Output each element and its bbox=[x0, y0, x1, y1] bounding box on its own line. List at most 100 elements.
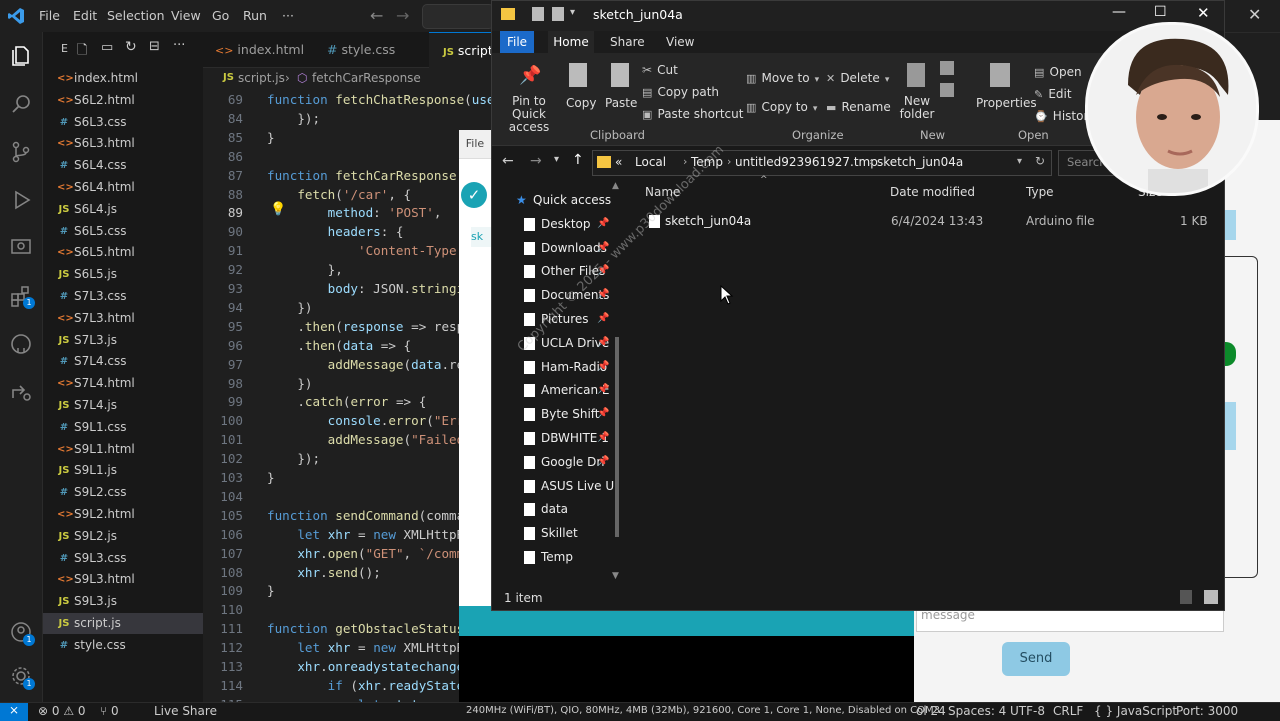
close-window-icon[interactable]: ✕ bbox=[1248, 5, 1261, 24]
lightbulb-icon[interactable]: 💡 bbox=[270, 202, 286, 217]
quick-access-toolbar-dropdown-icon[interactable]: ▾ bbox=[570, 7, 575, 18]
nav-scroll-down-icon[interactable]: ▼ bbox=[612, 571, 619, 581]
file-item[interactable]: # S7L4.css bbox=[43, 351, 203, 372]
file-item[interactable]: <> S9L2.html bbox=[43, 504, 203, 525]
new-folder-icon[interactable]: ▭ bbox=[101, 40, 113, 55]
arduino-file-menu[interactable]: File bbox=[459, 130, 491, 159]
copy-button[interactable]: Copy bbox=[564, 61, 596, 121]
pin-quick-access-button[interactable]: 📌 Pin to Quick access bbox=[498, 61, 558, 134]
back-arrow-icon[interactable]: ← bbox=[370, 6, 383, 25]
problems-indicator[interactable]: ⊗ 0 ⚠ 0 bbox=[38, 704, 86, 718]
breadcrumb-symbol[interactable]: fetchCarResponse bbox=[312, 71, 421, 85]
language-mode[interactable]: { } JavaScript bbox=[1094, 704, 1177, 718]
ports-indicator[interactable]: ⑂ 0 bbox=[100, 704, 119, 718]
ribbon-tab-view[interactable]: View bbox=[666, 35, 694, 49]
nav-scroll-up-icon[interactable]: ▲ bbox=[612, 181, 619, 191]
remote-indicator-icon[interactable]: ⨯ bbox=[0, 703, 28, 721]
send-button[interactable]: Send bbox=[1002, 642, 1070, 676]
move-to-button[interactable]: ▥ Move to ▾ bbox=[746, 67, 819, 86]
new-folder-quick-icon[interactable] bbox=[552, 7, 564, 21]
file-item[interactable]: # S9L3.css bbox=[43, 548, 203, 569]
cut-button[interactable]: ✂ Cut bbox=[642, 59, 678, 77]
file-row[interactable]: sketch_jun04a 6/4/2024 13:43 Arduino fil… bbox=[634, 209, 1224, 233]
details-view-icon[interactable] bbox=[1180, 590, 1192, 604]
tab-index-html[interactable]: <> index.html bbox=[215, 32, 304, 67]
indentation[interactable]: Spaces: 4 bbox=[948, 704, 1006, 718]
file-item[interactable]: JS S9L1.js bbox=[43, 460, 203, 481]
edit-button[interactable]: ✎ Edit bbox=[1034, 83, 1072, 102]
encoding[interactable]: UTF-8 bbox=[1010, 704, 1045, 718]
copy-path-button[interactable]: ▤ Copy path bbox=[642, 81, 719, 99]
port-status[interactable]: Port: 3000 bbox=[1176, 704, 1238, 718]
source-control-icon[interactable] bbox=[9, 140, 33, 164]
address-crumb[interactable]: sketch_jun04a bbox=[877, 155, 963, 169]
nav-item[interactable]: Temp bbox=[492, 546, 617, 568]
more-actions-icon[interactable]: ··· bbox=[173, 38, 185, 53]
live-share-icon[interactable] bbox=[9, 380, 33, 404]
collapse-all-icon[interactable]: ⊟ bbox=[149, 39, 160, 54]
file-item[interactable]: <> S6L5.html bbox=[43, 242, 203, 263]
menu-item-file[interactable]: File bbox=[39, 8, 60, 23]
file-item[interactable]: JS S9L2.js bbox=[43, 526, 203, 547]
file-item[interactable]: # style.css bbox=[43, 635, 203, 656]
end-of-line[interactable]: CRLF bbox=[1053, 704, 1083, 718]
nav-item[interactable]: ★ Quick access bbox=[492, 189, 617, 211]
nav-item[interactable]: Downloads 📌 bbox=[492, 237, 617, 259]
properties-button[interactable]: Properties bbox=[976, 61, 1037, 121]
nav-item[interactable]: American E 📌 bbox=[492, 379, 617, 401]
paste-button[interactable]: Paste bbox=[602, 61, 637, 121]
refresh-icon[interactable]: ↻ bbox=[125, 39, 137, 55]
nav-item[interactable]: UCLA Drive 📌 bbox=[492, 332, 617, 354]
file-item[interactable]: # S6L3.css bbox=[43, 112, 203, 133]
refresh-icon[interactable]: ↻ bbox=[1035, 154, 1045, 168]
new-file-icon[interactable]: 🗋 bbox=[77, 41, 87, 63]
paste-shortcut-button[interactable]: ▣ Paste shortcut bbox=[642, 103, 743, 121]
file-item[interactable]: # S9L2.css bbox=[43, 482, 203, 503]
ribbon-tab-file[interactable]: File bbox=[500, 31, 534, 53]
address-dropdown-icon[interactable]: ▾ bbox=[1017, 156, 1022, 167]
file-item[interactable]: <> S6L4.html bbox=[43, 177, 203, 198]
nav-item[interactable]: data bbox=[492, 498, 617, 520]
new-item-icon[interactable] bbox=[940, 61, 954, 75]
explorer-files-icon[interactable] bbox=[9, 44, 33, 68]
menu-item-selection[interactable]: Selection bbox=[107, 8, 165, 23]
file-item[interactable]: # S6L5.css bbox=[43, 221, 203, 242]
verify-check-icon[interactable]: ✓ bbox=[461, 182, 487, 208]
forward-arrow-icon[interactable]: → bbox=[396, 6, 409, 25]
tab-style-css[interactable]: # style.css bbox=[327, 32, 395, 67]
file-item[interactable]: <> S7L4.html bbox=[43, 373, 203, 394]
file-item[interactable]: <> S9L3.html bbox=[43, 569, 203, 590]
up-arrow-icon[interactable]: ↑ bbox=[572, 152, 584, 168]
arduino-board-config[interactable]: 240MHz (WiFi/BT), QIO, 80MHz, 4MB (32Mb)… bbox=[466, 705, 940, 716]
close-icon[interactable]: ✕ bbox=[1197, 4, 1210, 22]
properties-quick-icon[interactable] bbox=[532, 7, 544, 21]
minimize-icon[interactable]: — bbox=[1112, 4, 1126, 20]
col-type[interactable]: Type bbox=[1026, 185, 1054, 199]
search-icon[interactable] bbox=[9, 92, 33, 116]
menu-item-go[interactable]: Go bbox=[212, 8, 229, 23]
address-crumb[interactable]: Local bbox=[635, 155, 666, 169]
address-crumb[interactable]: « bbox=[615, 155, 622, 169]
live-share-status[interactable]: Live Share bbox=[154, 704, 217, 718]
file-item[interactable]: JS S7L4.js bbox=[43, 395, 203, 416]
address-bar[interactable]: «Local › Temp › untitled923961927.tmp › sketch… bbox=[592, 150, 1052, 176]
menu-item-run[interactable]: Run bbox=[243, 8, 267, 23]
github-icon[interactable] bbox=[9, 332, 33, 356]
delete-button[interactable]: ✕ Delete ▾ bbox=[826, 67, 889, 86]
menu-item-view[interactable]: View bbox=[171, 8, 201, 23]
rename-button[interactable]: ▬ Rename bbox=[826, 96, 891, 115]
line-column[interactable]: ol 24 bbox=[916, 704, 946, 718]
menu-item-more[interactable]: ··· bbox=[282, 8, 294, 23]
file-item[interactable]: <> S6L3.html bbox=[43, 133, 203, 154]
file-item[interactable]: # S7L3.css bbox=[43, 286, 203, 307]
nav-scroll-thumb[interactable] bbox=[615, 337, 619, 537]
nav-item[interactable]: Desktop 📌 bbox=[492, 213, 617, 235]
nav-item[interactable]: Google Dri 📌 bbox=[492, 451, 617, 473]
remote-explorer-icon[interactable] bbox=[9, 236, 33, 260]
file-item[interactable]: <> S9L1.html bbox=[43, 439, 203, 460]
command-center-search[interactable] bbox=[422, 4, 494, 29]
nav-item[interactable]: Skillet bbox=[492, 522, 617, 544]
breadcrumb-file[interactable]: script.js bbox=[238, 71, 285, 85]
large-icons-view-icon[interactable] bbox=[1204, 590, 1218, 604]
file-item[interactable]: JS S9L3.js bbox=[43, 591, 203, 612]
